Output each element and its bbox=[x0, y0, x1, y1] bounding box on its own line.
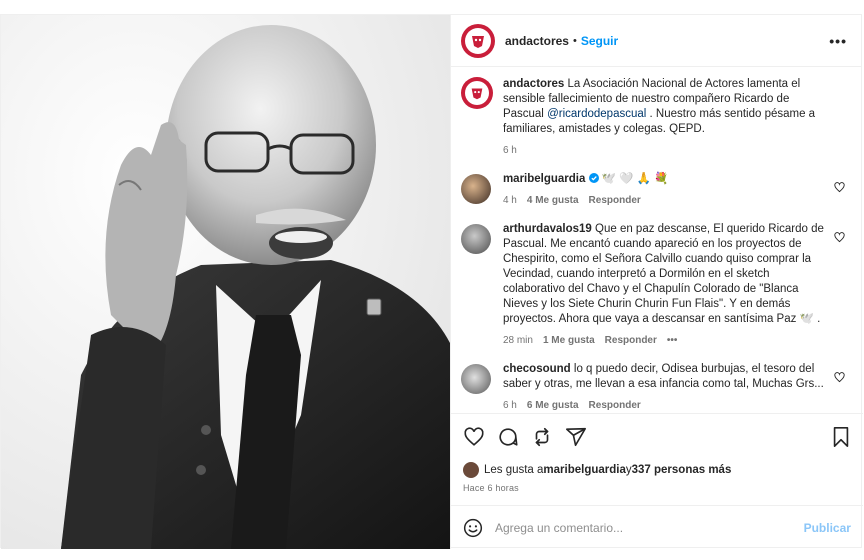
comment-icon[interactable] bbox=[497, 426, 519, 448]
caption-mention[interactable]: @ricardodepascual bbox=[547, 108, 646, 120]
comment-input[interactable]: Agrega un comentario... bbox=[495, 521, 623, 535]
more-options-icon[interactable]: ••• bbox=[829, 33, 847, 49]
save-bookmark-icon[interactable] bbox=[831, 426, 851, 448]
likes-prefix: Les gusta a bbox=[483, 464, 544, 476]
reply-button[interactable]: Responder bbox=[589, 398, 641, 413]
comment-likes[interactable]: 6 Me gusta bbox=[527, 398, 579, 413]
caption-meta: 6 h bbox=[503, 143, 831, 158]
comment-row: arthurdavalos19 Que en paz descanse, El … bbox=[460, 222, 847, 348]
reply-button[interactable]: Responder bbox=[605, 333, 657, 348]
comment-heart-icon[interactable] bbox=[834, 182, 845, 193]
post-side-panel: andactores • Seguir ••• andactores La As… bbox=[449, 15, 863, 549]
comment-time[interactable]: 28 min bbox=[503, 333, 533, 348]
comment-body: maribelguardia 🕊️ 🤍 🙏 💐 4 h 4 Me gusta R… bbox=[503, 172, 831, 208]
likes-summary: Les gusta a maribelguardia y 337 persona… bbox=[462, 462, 851, 478]
post-photo[interactable] bbox=[1, 15, 450, 549]
verified-badge-icon bbox=[588, 173, 599, 183]
commenter-avatar[interactable] bbox=[460, 174, 491, 204]
caption-username[interactable]: andactores bbox=[503, 78, 564, 90]
add-comment-bar: Agrega un comentario... Publicar bbox=[450, 505, 863, 549]
comment-username[interactable]: maribelguardia bbox=[503, 173, 585, 185]
comment-meta: 6 h 6 Me gusta Responder bbox=[503, 398, 831, 413]
avatar[interactable] bbox=[460, 23, 495, 58]
emoji-icon[interactable] bbox=[463, 518, 483, 538]
comment-username[interactable]: checosound bbox=[503, 363, 571, 375]
caption: andactores La Asociación Nacional de Act… bbox=[460, 77, 847, 158]
post-actions: Les gusta a maribelguardia y 337 persona… bbox=[450, 413, 863, 493]
commenter-avatar[interactable] bbox=[460, 364, 491, 394]
comment-username[interactable]: arthurdavalos19 bbox=[503, 223, 592, 235]
comment-more-icon[interactable]: ••• bbox=[667, 333, 678, 348]
comment-likes[interactable]: 4 Me gusta bbox=[527, 193, 579, 208]
post-image bbox=[1, 15, 450, 549]
likes-user[interactable]: maribelguardia bbox=[543, 464, 625, 476]
caption-avatar[interactable] bbox=[460, 77, 493, 109]
follow-button[interactable]: Seguir bbox=[581, 34, 618, 48]
comment-text: Que en paz descanse, El querido Ricardo … bbox=[502, 223, 824, 325]
publish-button[interactable]: Publicar bbox=[804, 521, 851, 535]
logo-icon bbox=[464, 27, 491, 54]
like-heart-icon[interactable] bbox=[463, 426, 485, 448]
comment-text: 🕊️ 🤍 🙏 💐 bbox=[601, 173, 669, 185]
comment-time[interactable]: 4 h bbox=[503, 193, 517, 208]
action-icons bbox=[463, 426, 851, 448]
reply-button[interactable]: Responder bbox=[589, 193, 641, 208]
comment-row: maribelguardia 🕊️ 🤍 🙏 💐 4 h 4 Me gusta R… bbox=[460, 172, 847, 208]
share-icon[interactable] bbox=[565, 426, 587, 448]
liker-avatar[interactable] bbox=[462, 462, 479, 478]
comment-likes[interactable]: 1 Me gusta bbox=[543, 333, 595, 348]
comment-heart-icon[interactable] bbox=[834, 372, 845, 383]
post-header: andactores • Seguir ••• bbox=[450, 15, 861, 67]
likes-others[interactable]: 337 personas más bbox=[632, 464, 732, 476]
repost-icon[interactable] bbox=[531, 426, 553, 448]
logo-icon bbox=[464, 81, 489, 105]
comment-row: checosound lo q puedo decir, Odisea burb… bbox=[460, 362, 847, 413]
instagram-post: andactores • Seguir ••• andactores La As… bbox=[0, 14, 863, 549]
comment-time[interactable]: 6 h bbox=[503, 398, 517, 413]
caption-time[interactable]: 6 h bbox=[503, 143, 517, 158]
comments-list[interactable]: andactores La Asociación Nacional de Act… bbox=[451, 67, 861, 413]
header-username[interactable]: andactores bbox=[505, 34, 569, 48]
comment-heart-icon[interactable] bbox=[834, 232, 845, 243]
comment-body: checosound lo q puedo decir, Odisea burb… bbox=[503, 362, 831, 413]
post-time[interactable]: Hace 6 horas bbox=[463, 483, 851, 493]
comment-meta: 28 min 1 Me gusta Responder ••• bbox=[503, 333, 831, 348]
comment-meta: 4 h 4 Me gusta Responder bbox=[503, 193, 831, 208]
comment-body: arthurdavalos19 Que en paz descanse, El … bbox=[503, 222, 831, 348]
commenter-avatar[interactable] bbox=[460, 224, 491, 254]
caption-body: andactores La Asociación Nacional de Act… bbox=[503, 77, 831, 158]
header-separator: • bbox=[572, 34, 577, 47]
